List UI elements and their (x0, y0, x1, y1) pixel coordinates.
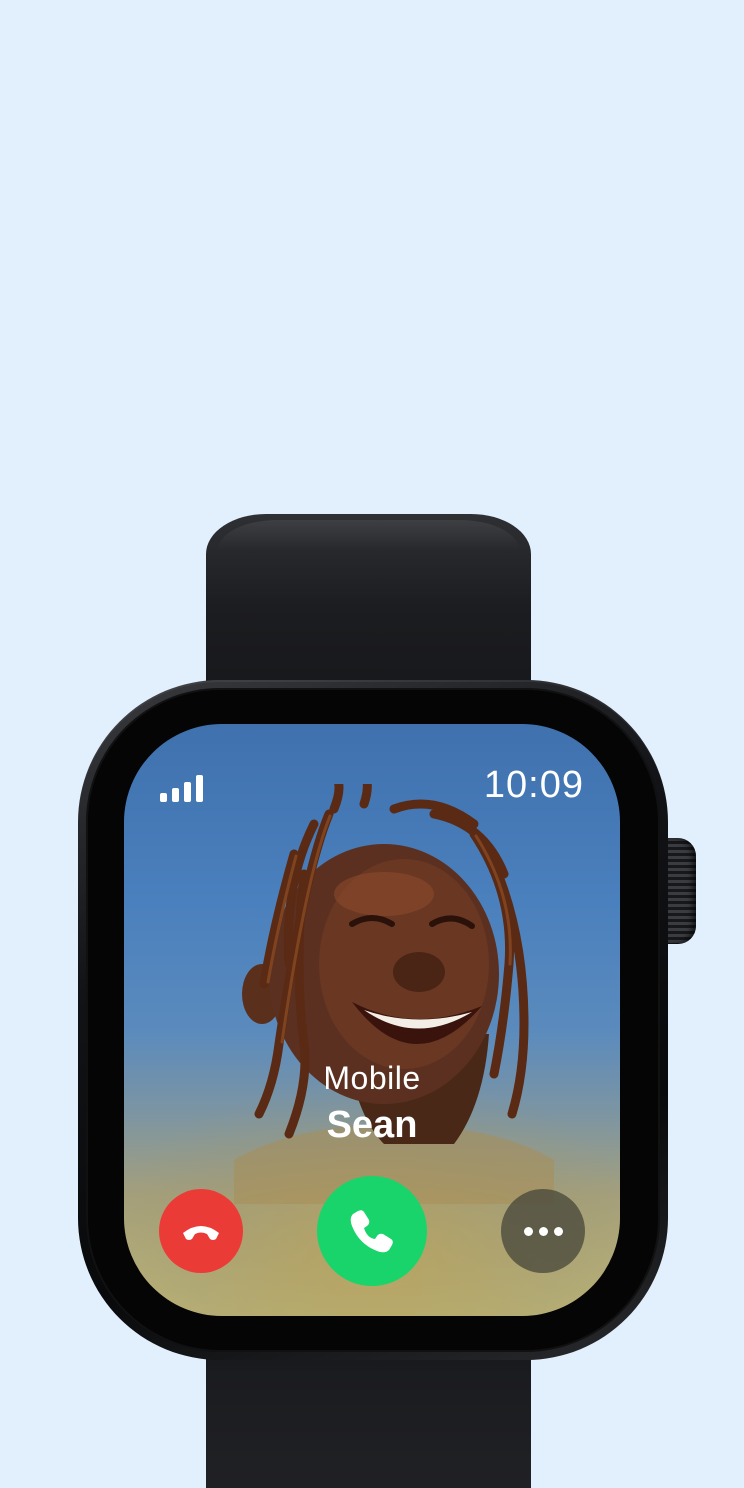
phone-icon (350, 1210, 393, 1253)
caller-name: Sean (326, 1104, 418, 1146)
accept-call-button[interactable] (317, 1176, 427, 1286)
watch-screen: 10:09 Mobile Sean (124, 724, 620, 1316)
more-options-button[interactable] (501, 1189, 585, 1273)
cellular-signal-icon (160, 774, 204, 802)
product-image: 10:09 Mobile Sean (0, 0, 744, 1488)
decline-call-button[interactable] (159, 1189, 243, 1273)
ellipsis-icon (523, 1226, 563, 1236)
caller-type-label: Mobile (323, 1060, 421, 1096)
phone-down-icon (183, 1226, 219, 1240)
clock-time: 10:09 (483, 764, 584, 806)
